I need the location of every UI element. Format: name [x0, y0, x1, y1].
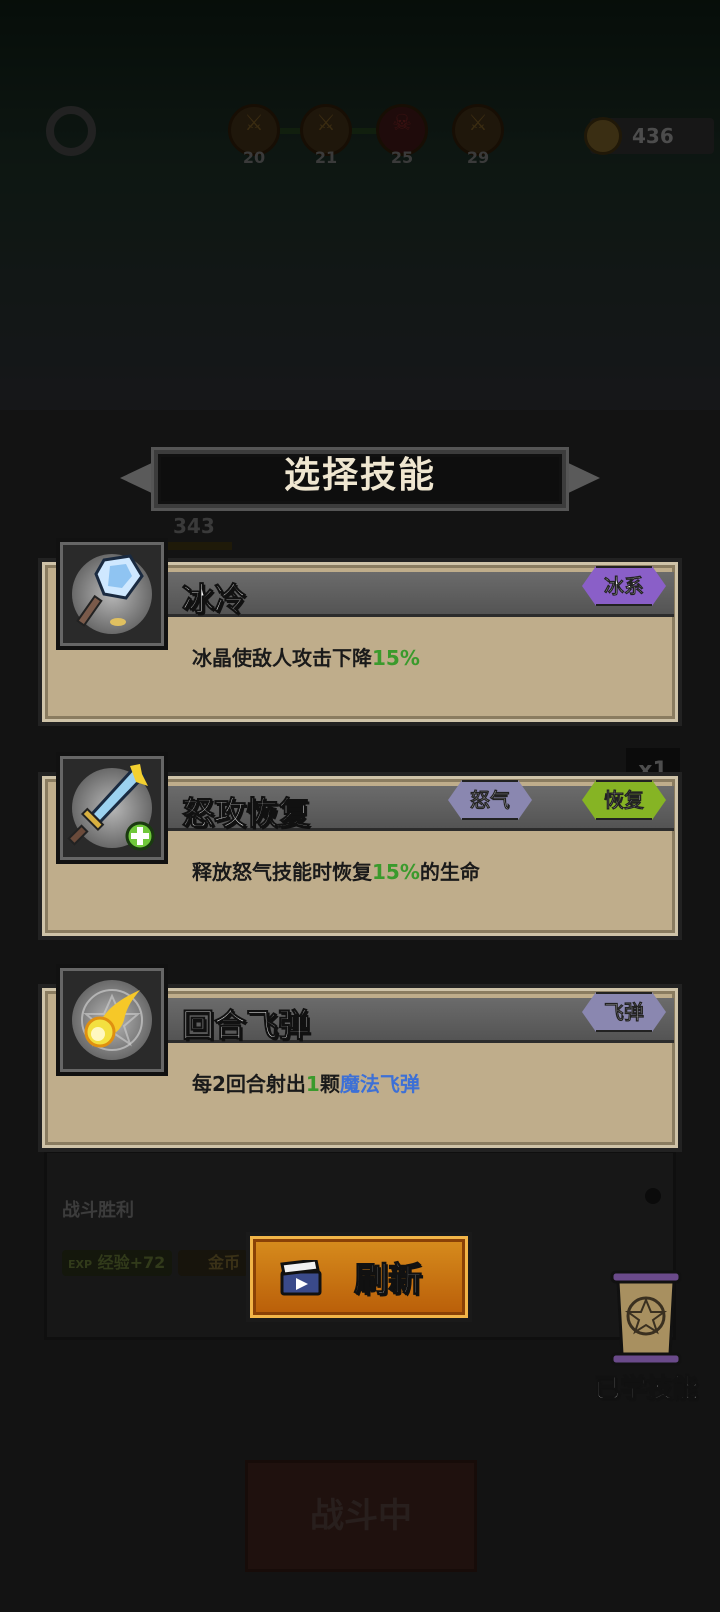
skill-card-2[interactable]: 怒攻恢复 怒气 恢复 释放怒气技能时恢复15%的生命 [38, 752, 682, 940]
video-clapper-icon [280, 1260, 322, 1296]
skill-name: 冰冷 [181, 580, 247, 619]
skill-tag: 恢复 [582, 780, 666, 820]
refresh-label: 刷新 [353, 1259, 422, 1300]
desc-text: 冰晶使敌人攻击下降 [192, 646, 372, 670]
desc-text: 每2回合射出 [192, 1072, 306, 1096]
dialog-title: 选择技能 [283, 455, 436, 496]
skill-icon-frame [56, 538, 168, 650]
learned-skills-button[interactable]: 已学技能 [584, 1270, 708, 1410]
sword-heal-icon [67, 764, 155, 851]
scroll-icon [610, 1270, 682, 1366]
desc-text: 的生命 [419, 860, 480, 884]
skill-name: 怒攻恢复 [181, 794, 311, 833]
banner-wing-left [120, 460, 158, 496]
desc-highlight: 15% [372, 860, 420, 884]
skill-card-1[interactable]: 冰冷 冰系 冰晶使敌人攻击下降15% [38, 538, 682, 726]
skill-description: 每2回合射出1颗魔法飞弹 [192, 1068, 420, 1097]
skill-tag: 飞弹 [582, 992, 666, 1032]
fireball-icon [81, 989, 143, 1051]
desc-highlight: 魔法飞弹 [339, 1072, 420, 1096]
skill-tag-label: 飞弹 [596, 992, 652, 1032]
skill-tag-label: 恢复 [596, 780, 652, 820]
banner-wing-right [562, 460, 600, 496]
learned-skills-label: 已学技能 [593, 1374, 698, 1405]
skill-card-3[interactable]: 回合飞弹 飞弹 每2回合射出1颗魔法飞弹 [38, 964, 682, 1152]
skill-icon-frame [56, 964, 168, 1076]
desc-text: 释放怒气技能时恢复 [192, 860, 372, 884]
skill-tag-label: 怒气 [462, 780, 518, 820]
ice-sword-icon [76, 554, 144, 627]
skill-description: 释放怒气技能时恢复15%的生命 [192, 856, 480, 885]
skill-tag: 冰系 [582, 566, 666, 606]
desc-text: 颗 [319, 1072, 340, 1096]
skill-name: 回合飞弹 [181, 1006, 311, 1045]
skill-tag: 怒气 [448, 780, 532, 820]
refresh-button[interactable]: 刷新 [246, 1232, 472, 1322]
desc-highlight: 15% [372, 646, 420, 670]
skill-description: 冰晶使敌人攻击下降15% [192, 642, 420, 671]
dialog-title-banner: 选择技能 [120, 446, 600, 510]
desc-highlight: 1 [305, 1072, 320, 1096]
skill-tag-label: 冰系 [596, 566, 652, 606]
skill-icon-frame [56, 752, 168, 864]
